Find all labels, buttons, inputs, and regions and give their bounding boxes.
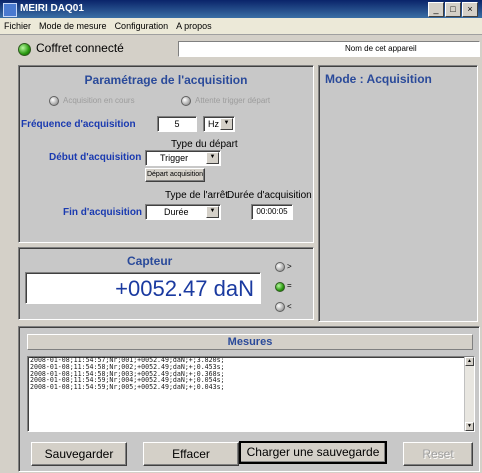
sensor-title: Capteur	[127, 254, 173, 268]
mode-panel: Mode : Acquisition	[318, 65, 478, 322]
stop-type-value: Durée	[164, 207, 189, 217]
mode-title: Mode : Acquisition	[325, 72, 432, 86]
sensor-above-led-icon	[275, 262, 285, 272]
connection-status: Coffret connecté Nom de cet appareil	[18, 40, 480, 58]
chevron-down-icon: ▼	[206, 206, 219, 218]
start-type-select[interactable]: Trigger ▼	[145, 150, 221, 166]
menu-a-propos[interactable]: A propos	[172, 18, 216, 34]
sensor-value-display: +0052.47 daN	[25, 272, 261, 304]
maximize-button[interactable]: □	[445, 2, 461, 17]
connected-led-icon	[18, 43, 31, 56]
scroll-up-icon[interactable]: ▲	[465, 357, 474, 366]
duration-label: Durée d'acquisition	[227, 190, 312, 201]
reset-button[interactable]: Reset	[403, 442, 473, 466]
sensor-panel: Capteur +0052.47 daN > = <	[18, 247, 314, 320]
stop-type-select[interactable]: Durée ▼	[145, 204, 221, 220]
frequency-input[interactable]: 5	[157, 116, 197, 132]
acquisition-panel-title: Paramétrage de l'acquisition	[84, 73, 248, 87]
chevron-down-icon: ▼	[220, 118, 233, 130]
acquisition-running-led-icon	[49, 96, 59, 106]
end-label: Fin d'acquisition	[63, 207, 143, 218]
start-type-label: Type du départ	[171, 139, 238, 150]
measures-log[interactable]: 2008-01-08;11:54:57;Nr;001;+0052.49;daN;…	[27, 356, 475, 432]
acquisition-settings-panel: Paramétrage de l'acquisition Acquisition…	[18, 65, 314, 243]
clear-button[interactable]: Effacer	[143, 442, 239, 466]
menu-fichier[interactable]: Fichier	[0, 18, 35, 34]
window-title: MEIRI DAQ01	[20, 3, 84, 14]
log-line: 2008-01-08;11:54:59;Nr;005;+0052.49;daN;…	[30, 383, 225, 392]
device-name-label: Nom de cet appareil	[345, 44, 417, 53]
start-acquisition-button[interactable]: Départ acquisition	[145, 168, 205, 182]
stop-type-label: Type de l'arrêt	[165, 190, 229, 201]
scroll-down-icon[interactable]: ▼	[465, 422, 474, 431]
greater-than-icon: >	[287, 262, 292, 271]
connection-status-text: Coffret connecté	[36, 41, 124, 55]
sensor-equal-led-icon	[275, 282, 285, 292]
menu-mode-de-mesure[interactable]: Mode de mesure	[35, 18, 111, 34]
device-name-field[interactable]: Nom de cet appareil	[178, 41, 480, 57]
duration-input[interactable]: 00:00:05	[251, 204, 293, 220]
measures-panel: Mesures 2008-01-08;11:54:57;Nr;001;+0052…	[18, 326, 480, 472]
acquisition-running-label: Acquisition en cours	[63, 96, 135, 105]
equal-icon: =	[287, 281, 292, 290]
log-scrollbar[interactable]: ▲ ▼	[464, 357, 474, 431]
menu-bar: Fichier Mode de mesure Configuration A p…	[0, 18, 482, 35]
save-button[interactable]: Sauvegarder	[31, 442, 127, 466]
title-bar: MEIRI DAQ01 _ □ ×	[0, 0, 482, 18]
frequency-label: Fréquence d'acquisition	[21, 119, 136, 130]
load-save-button[interactable]: Charger une sauvegarde	[239, 441, 387, 464]
start-label: Début d'acquisition	[49, 152, 142, 163]
trigger-waiting-label: Attente trigger départ	[195, 96, 271, 105]
frequency-unit-value: Hz	[208, 119, 219, 129]
sensor-below-led-icon	[275, 302, 285, 312]
measures-title: Mesures	[27, 334, 473, 350]
trigger-waiting-led-icon	[181, 96, 191, 106]
minimize-button[interactable]: _	[428, 2, 444, 17]
app-icon	[3, 3, 17, 17]
less-than-icon: <	[287, 302, 292, 311]
frequency-unit-select[interactable]: Hz ▼	[203, 116, 235, 132]
close-button[interactable]: ×	[462, 2, 478, 17]
menu-configuration[interactable]: Configuration	[111, 18, 173, 34]
chevron-down-icon: ▼	[206, 152, 219, 164]
start-type-value: Trigger	[160, 153, 189, 163]
